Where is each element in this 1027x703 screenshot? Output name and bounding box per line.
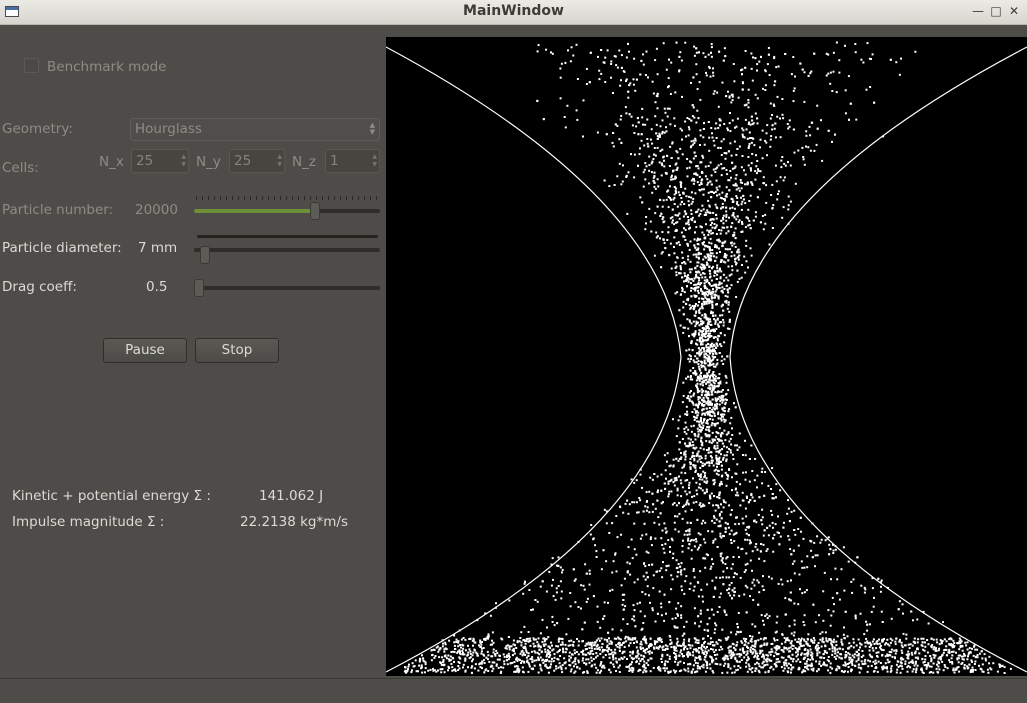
particle-diameter-slider[interactable]	[194, 248, 380, 252]
simulation-background	[386, 37, 1027, 676]
title-bar: MainWindow — □ ✕	[0, 0, 1027, 25]
energy-label: Kinetic + potential energy Σ :	[12, 488, 211, 504]
particle-number-value: 20000	[135, 202, 178, 218]
geometry-value: Hourglass	[135, 121, 202, 137]
slider-divider	[197, 235, 378, 238]
drag-coeff-value: 0.5	[146, 279, 168, 295]
particle-number-slider-fill	[194, 209, 316, 213]
ny-spinbox[interactable]: 25 ▲ ▼	[229, 149, 285, 173]
maximize-icon[interactable]: □	[988, 3, 1004, 19]
slider-ticks	[196, 196, 379, 200]
spin-arrows-icon: ▲ ▼	[372, 153, 377, 168]
benchmark-label: Benchmark mode	[47, 59, 167, 75]
nx-value: 25	[136, 153, 154, 169]
benchmark-checkbox[interactable]	[24, 58, 39, 73]
ny-label: N_y	[196, 154, 221, 170]
spin-arrows-icon: ▲ ▼	[181, 153, 186, 168]
main-window: Benchmark mode Geometry: Hourglass ▲ ▼ Ce…	[0, 25, 1027, 703]
drag-coeff-label: Drag coeff:	[2, 279, 77, 295]
status-bar	[0, 678, 1027, 703]
simulation-view[interactable]	[385, 37, 1027, 676]
minimize-icon[interactable]: —	[970, 3, 986, 19]
particle-diameter-value: 7 mm	[138, 240, 178, 256]
nz-value: 1	[330, 153, 339, 169]
particle-diameter-label: Particle diameter:	[2, 240, 122, 256]
window-title: MainWindow	[463, 3, 564, 19]
nz-label: N_z	[292, 154, 316, 170]
energy-value: 141.062 J	[259, 488, 324, 504]
nx-label: N_x	[99, 154, 124, 170]
stop-button[interactable]: Stop	[195, 338, 279, 363]
impulse-label: Impulse magnitude Σ :	[12, 514, 165, 530]
hourglass-canvas	[385, 37, 1027, 676]
particle-number-slider-handle[interactable]	[310, 202, 321, 220]
spin-arrows-icon: ▲ ▼	[277, 153, 282, 168]
ny-value: 25	[234, 153, 252, 169]
particle-number-label: Particle number:	[2, 202, 114, 218]
pause-button[interactable]: Pause	[103, 338, 187, 363]
cells-label: Cells:	[2, 160, 39, 176]
nx-spinbox[interactable]: 25 ▲ ▼	[131, 149, 189, 173]
drag-coeff-slider[interactable]	[194, 286, 380, 290]
geometry-label: Geometry:	[2, 121, 73, 137]
impulse-value: 22.2138 kg*m/s	[240, 514, 348, 530]
close-icon[interactable]: ✕	[1006, 3, 1022, 19]
spin-arrows-icon: ▲ ▼	[369, 121, 375, 136]
geometry-select[interactable]: Hourglass ▲ ▼	[130, 118, 380, 141]
drag-coeff-slider-handle[interactable]	[194, 279, 204, 297]
nz-spinbox[interactable]: 1 ▲ ▼	[325, 149, 380, 173]
particle-diameter-slider-handle[interactable]	[199, 246, 210, 264]
